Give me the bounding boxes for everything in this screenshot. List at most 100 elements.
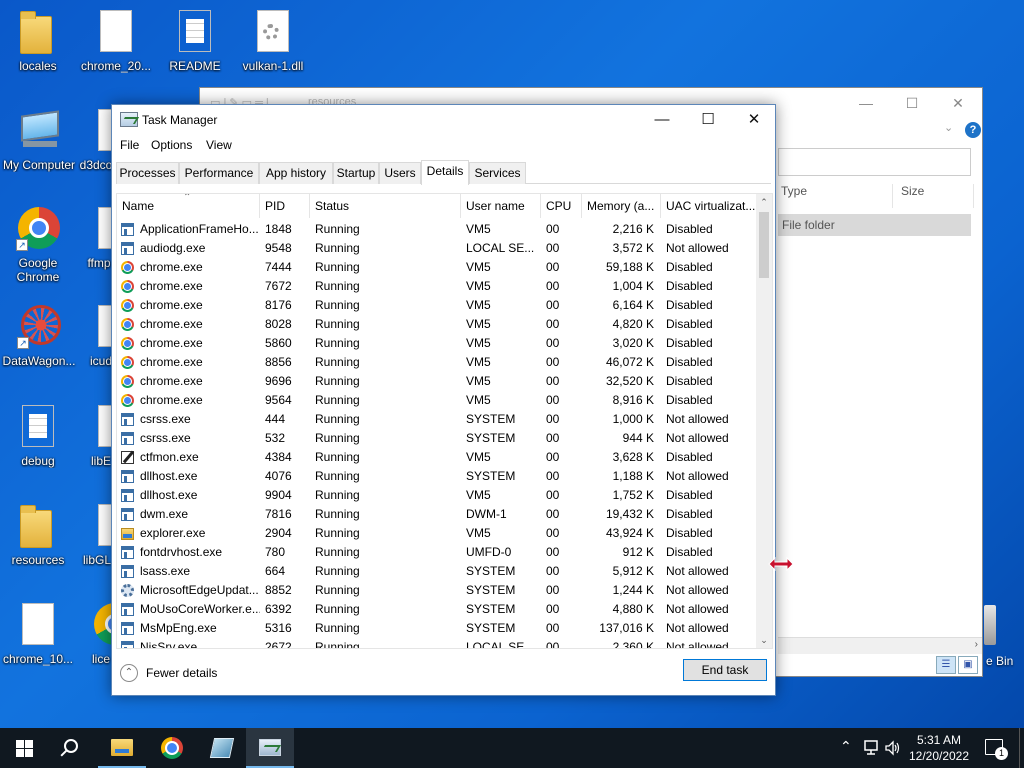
- table-row[interactable]: lsass.exe 664 Running SYSTEM 00 5,912 K Not al…: [117, 562, 756, 581]
- column-header-pid[interactable]: PID: [260, 194, 310, 218]
- desktop-icon-vulkan[interactable]: vulkan-1.dll: [235, 8, 311, 73]
- taskbar-app[interactable]: [198, 728, 246, 768]
- tab-app-history[interactable]: App history: [259, 162, 333, 184]
- table-row[interactable]: MsMpEng.exe 5316 Running SYSTEM 00 137,016 K N…: [117, 619, 756, 638]
- details-view-icon[interactable]: ☰: [936, 656, 956, 674]
- vertical-scrollbar[interactable]: ⌃ ⌄: [756, 194, 772, 648]
- scroll-up-icon[interactable]: ⌃: [756, 194, 772, 210]
- menu-view[interactable]: View: [206, 138, 232, 152]
- system-clock[interactable]: 5:31 AM 12/20/2022: [906, 732, 972, 764]
- column-header-size[interactable]: Size: [901, 184, 924, 198]
- end-task-button[interactable]: End task: [683, 659, 767, 681]
- notification-center-icon[interactable]: 1: [985, 739, 1008, 760]
- large-icons-view-icon[interactable]: ▣: [958, 656, 978, 674]
- explorer-horizontal-scrollbar[interactable]: ›: [778, 637, 982, 654]
- table-row[interactable]: chrome.exe 9564 Running VM5 00 8,916 K Disable…: [117, 391, 756, 410]
- table-row[interactable]: dllhost.exe 4076 Running SYSTEM 00 1,188 K Not…: [117, 467, 756, 486]
- table-row[interactable]: MoUsoCoreWorker.e... 6392 Running SYSTEM 00 4…: [117, 600, 756, 619]
- table-row[interactable]: MicrosoftEdgeUpdat... 8852 Running SYSTEM 00…: [117, 581, 756, 600]
- column-header-uac-virtualization[interactable]: UAC virtualizat...: [661, 194, 758, 218]
- desktop-icon-my-computer[interactable]: My Computer: [0, 107, 78, 172]
- tab-details[interactable]: Details: [421, 160, 469, 185]
- show-desktop-button[interactable]: [1019, 728, 1024, 768]
- table-row[interactable]: dwm.exe 7816 Running DWM-1 00 19,432 K Disable…: [117, 505, 756, 524]
- table-row[interactable]: chrome.exe 7672 Running VM5 00 1,004 K Disable…: [117, 277, 756, 296]
- explorer-icon: [121, 528, 134, 540]
- explorer-maximize-button[interactable]: ☐: [889, 92, 935, 114]
- cell-text: Not allowed: [666, 621, 729, 635]
- task-manager-title-bar[interactable]: Task Manager — ☐ ✕: [112, 105, 775, 135]
- column-header-name[interactable]: ⌃ Name: [117, 194, 260, 218]
- scroll-right-icon[interactable]: ›: [975, 639, 978, 650]
- table-row[interactable]: chrome.exe 8856 Running VM5 00 46,072 K Disabl…: [117, 353, 756, 372]
- maximize-button[interactable]: ☐: [685, 105, 731, 135]
- table-row[interactable]: ctfmon.exe 4384 Running VM5 00 3,628 K Disable…: [117, 448, 756, 467]
- column-header-status[interactable]: Status: [310, 194, 461, 218]
- tray-overflow-chevron-icon[interactable]: ⌃: [840, 738, 852, 768]
- tab-processes[interactable]: Processes: [116, 162, 179, 184]
- ribbon-expand-icon[interactable]: ⌄: [944, 121, 953, 134]
- cell-text: ctfmon.exe: [140, 450, 199, 464]
- table-row[interactable]: chrome.exe 5860 Running VM5 00 3,020 K Disable…: [117, 334, 756, 353]
- explorer-close-button[interactable]: ✕: [935, 92, 981, 114]
- close-button[interactable]: ✕: [731, 105, 777, 135]
- cell-user: SYSTEM: [461, 467, 541, 486]
- tab-users[interactable]: Users: [379, 162, 421, 184]
- start-button[interactable]: [0, 728, 48, 768]
- desktop-icon-d3dco[interactable]: d3dco: [78, 107, 130, 172]
- desktop-icon-resources[interactable]: resources: [0, 502, 76, 567]
- menu-bar: File Options View: [112, 135, 775, 157]
- taskbar-file-explorer[interactable]: [98, 728, 146, 768]
- menu-options[interactable]: Options: [151, 138, 192, 152]
- chrome-icon: [121, 318, 134, 331]
- desktop-icon-locales[interactable]: locales: [0, 8, 76, 73]
- column-header-cpu[interactable]: CPU: [541, 194, 582, 218]
- table-row[interactable]: ApplicationFrameHo... 1848 Running VM5 00 2,2…: [117, 220, 756, 239]
- table-row[interactable]: chrome.exe 8028 Running VM5 00 4,820 K Disable…: [117, 315, 756, 334]
- explorer-selected-row[interactable]: File folder: [778, 214, 971, 236]
- table-row[interactable]: audiodg.exe 9548 Running LOCAL SE... 00 3,572…: [117, 239, 756, 258]
- shortcut-arrow-icon: ↗: [16, 239, 28, 251]
- desktop-icon-datawagon[interactable]: ↗ DataWagon...: [0, 303, 78, 368]
- fewer-details-link[interactable]: ⌃ Fewer details: [120, 663, 217, 683]
- explorer-search-box[interactable]: [778, 148, 971, 176]
- desktop-icon-google-chrome[interactable]: ↗ Google Chrome: [0, 205, 76, 284]
- table-row[interactable]: fontdrvhost.exe 780 Running UMFD-0 00 912 K Di…: [117, 543, 756, 562]
- scroll-down-icon[interactable]: ⌄: [756, 632, 772, 648]
- column-header-type[interactable]: Type: [781, 184, 807, 198]
- volume-icon[interactable]: [884, 739, 902, 757]
- task-manager-window[interactable]: Task Manager — ☐ ✕ File Options View Pro…: [111, 104, 776, 696]
- scrollbar-thumb[interactable]: [759, 212, 769, 278]
- column-header-memory[interactable]: Memory (a...: [582, 194, 661, 218]
- table-row[interactable]: csrss.exe 532 Running SYSTEM 00 944 K Not allo…: [117, 429, 756, 448]
- cell-status: Running: [310, 524, 461, 543]
- help-icon[interactable]: ?: [965, 122, 981, 138]
- desktop-icon-libgl[interactable]: libGL: [80, 502, 130, 567]
- taskbar-task-manager[interactable]: [246, 728, 294, 768]
- desktop-icon-chrome-file-2[interactable]: chrome_10...: [0, 601, 76, 666]
- dll-file-icon: [78, 107, 130, 155]
- taskbar-search-button[interactable]: [48, 728, 96, 768]
- table-row[interactable]: explorer.exe 2904 Running VM5 00 43,924 K Disa…: [117, 524, 756, 543]
- table-row[interactable]: csrss.exe 444 Running SYSTEM 00 1,000 K Not al…: [117, 410, 756, 429]
- tab-services[interactable]: Services: [469, 162, 526, 184]
- taskbar-chrome[interactable]: [148, 728, 196, 768]
- tab-performance[interactable]: Performance: [179, 162, 259, 184]
- recycle-bin-icon[interactable]: [984, 605, 996, 645]
- minimize-button[interactable]: —: [639, 105, 685, 135]
- network-icon[interactable]: [862, 739, 880, 757]
- table-row[interactable]: chrome.exe 8176 Running VM5 00 6,164 K Disable…: [117, 296, 756, 315]
- table-row[interactable]: chrome.exe 9696 Running VM5 00 32,520 K Disabl…: [117, 372, 756, 391]
- tab-startup[interactable]: Startup: [333, 162, 379, 184]
- table-row[interactable]: dllhost.exe 9904 Running VM5 00 1,752 K Disabl…: [117, 486, 756, 505]
- menu-file[interactable]: File: [120, 138, 139, 152]
- desktop-icon-readme[interactable]: README: [157, 8, 233, 73]
- cell-text: Running: [315, 298, 360, 312]
- desktop-icon-debug[interactable]: debug: [0, 403, 76, 468]
- explorer-minimize-button[interactable]: —: [843, 92, 889, 114]
- table-row[interactable]: chrome.exe 7444 Running VM5 00 59,188 K Disabl…: [117, 258, 756, 277]
- cell-text: Running: [315, 412, 360, 426]
- column-header-user-name[interactable]: User name: [461, 194, 541, 218]
- desktop-icon-ffmp[interactable]: ffmp: [84, 205, 130, 270]
- desktop-icon-chrome-file[interactable]: chrome_20...: [78, 8, 154, 73]
